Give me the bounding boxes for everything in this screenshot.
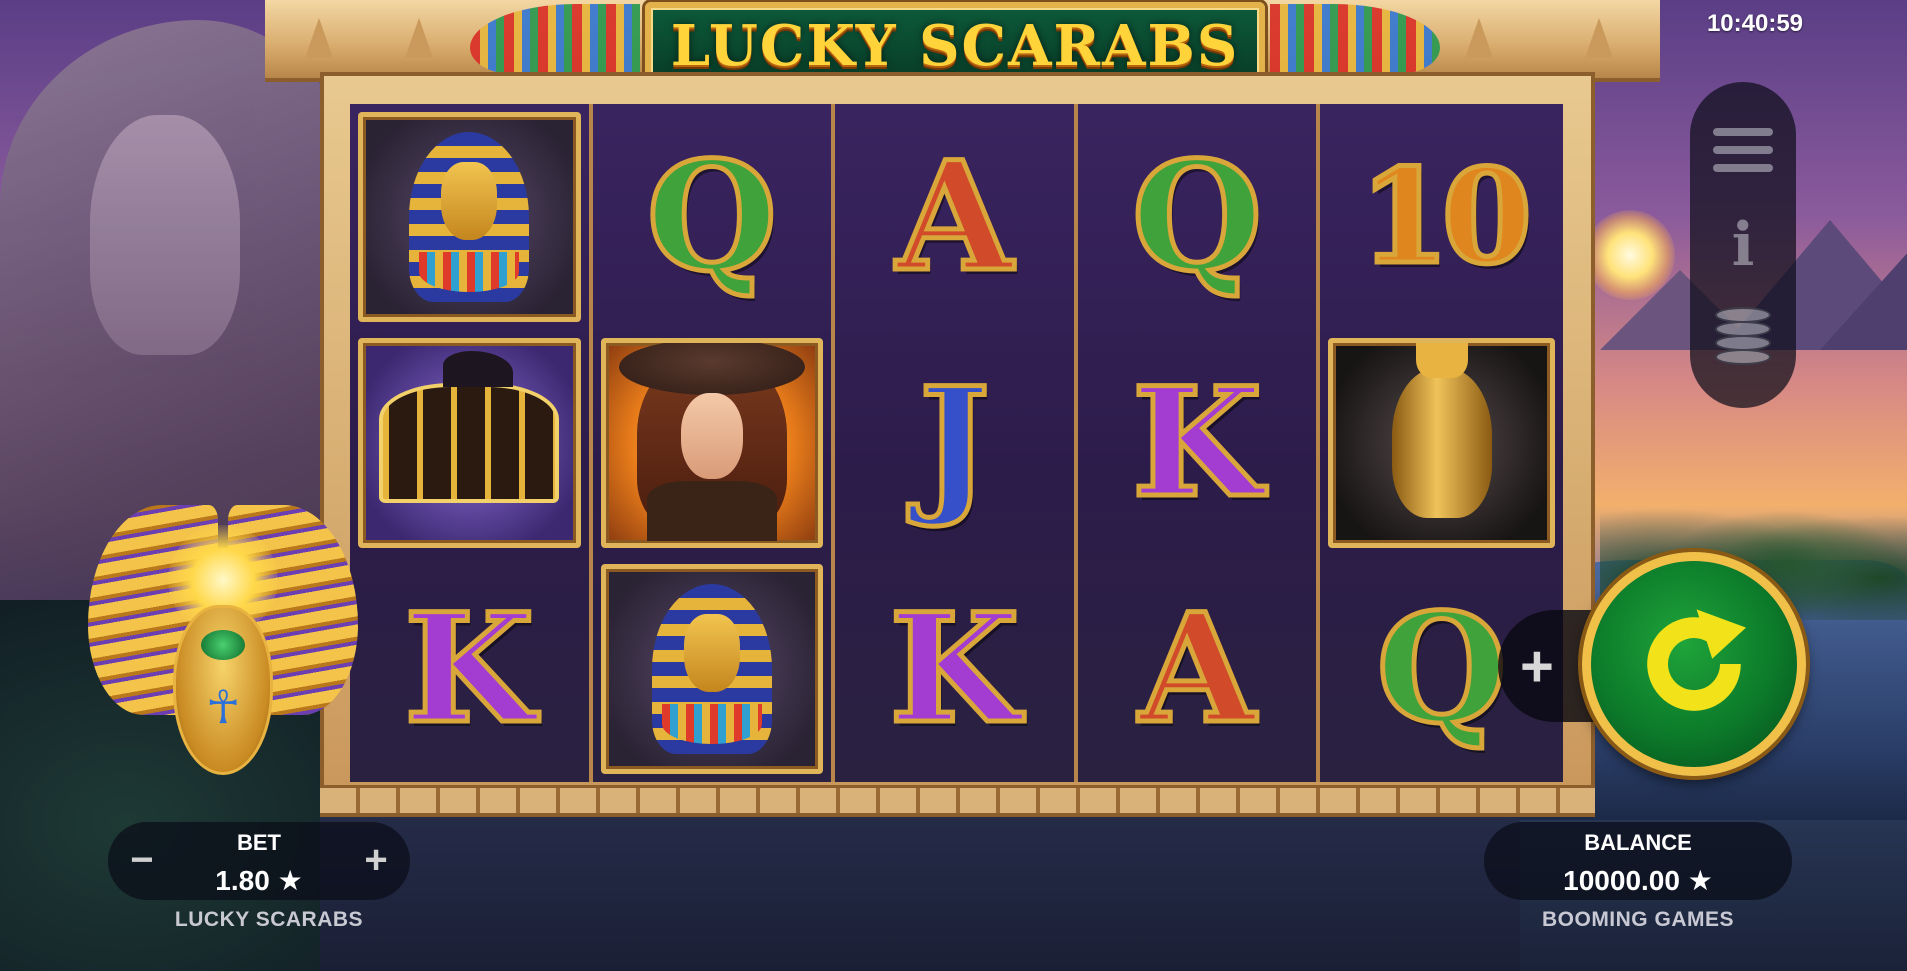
symbol-explorer <box>600 338 824 548</box>
explorer-icon <box>618 343 805 541</box>
menu-button[interactable] <box>1708 115 1778 185</box>
temple-ornament <box>1585 18 1613 58</box>
balance-label: BALANCE <box>1584 830 1692 855</box>
symbol-q: Q <box>1129 129 1265 305</box>
reel-cell: K <box>350 556 589 782</box>
symbol-pharaoh <box>358 112 581 322</box>
scarab-gem <box>201 630 245 660</box>
bet-panel: − BET 1.80 ★ + <box>108 822 410 900</box>
temple-ornament <box>1465 18 1493 58</box>
symbol-j: J <box>917 355 993 531</box>
pharaoh-mask-icon <box>409 132 530 302</box>
temple-ornament <box>305 18 333 58</box>
reel-1: K <box>350 104 593 782</box>
reel-4: QKA <box>1078 104 1321 782</box>
symbol-treasure-chest <box>358 338 581 548</box>
pyramid <box>1820 250 1907 350</box>
symbol-q: Q <box>1374 581 1510 757</box>
symbol-k: K <box>402 581 537 757</box>
bet-settings-button[interactable] <box>1708 305 1778 375</box>
coins-icon <box>1713 307 1773 373</box>
reel-cell <box>1320 330 1563 556</box>
info-icon: i <box>1731 209 1755 280</box>
symbol-10: 10 <box>1357 140 1535 293</box>
reel-3: AJK <box>835 104 1078 782</box>
game-name: LUCKY SCARABS <box>174 908 364 931</box>
reel-cell: Q <box>1078 104 1317 330</box>
clock: 10:40:59 <box>1706 10 1804 37</box>
symbol-canopic-jar <box>1328 338 1555 548</box>
reel-cell: A <box>835 104 1074 330</box>
reel-cell: Q <box>593 104 832 330</box>
symbol-k: K <box>887 581 1022 757</box>
reel-cell: K <box>835 556 1074 782</box>
plus-icon: + <box>1520 633 1554 699</box>
info-button[interactable]: i <box>1708 210 1778 280</box>
reel-frame-base <box>320 785 1595 817</box>
game-title: LUCKY SCARABS <box>670 13 1240 79</box>
reel-cell: 10 <box>1320 104 1563 330</box>
golden-scarab-emblem: ☥ <box>88 505 358 815</box>
ground <box>320 800 1520 971</box>
increase-bet-button[interactable]: + <box>352 836 400 884</box>
spin-arrow-icon <box>1647 609 1746 711</box>
sphinx-face <box>90 115 240 355</box>
symbol-a: A <box>1136 581 1257 757</box>
symbol-pharaoh <box>600 564 824 774</box>
symbol-k: K <box>1129 355 1264 531</box>
symbol-q: Q <box>644 129 780 305</box>
reel-cell: J <box>835 330 1074 556</box>
provider-logo: BOOMING GAMES <box>1541 908 1734 931</box>
ankh-icon: ☥ <box>206 681 241 733</box>
balance-value: 10000.00 ★ <box>1563 865 1713 896</box>
temple-ornament <box>405 18 433 58</box>
reel-grid: K Q A J K Q K A 10 Q <box>350 104 1563 782</box>
symbol-a: A <box>894 129 1015 305</box>
side-menu: i <box>1690 82 1796 408</box>
spin-button[interactable] <box>1582 552 1806 776</box>
treasure-chest-icon <box>379 351 560 503</box>
reel-cell <box>593 556 832 782</box>
pharaoh-mask-icon <box>651 584 772 754</box>
canopic-jar-icon <box>1391 343 1492 518</box>
reel-2: Q <box>593 104 836 782</box>
reel-cell: K <box>1078 330 1317 556</box>
balance-panel: BALANCE 10000.00 ★ <box>1484 822 1792 900</box>
reel-cell <box>593 330 832 556</box>
reel-cell <box>350 330 589 556</box>
reel-cell: A <box>1078 556 1317 782</box>
menu-icon <box>1713 127 1773 172</box>
reel-cell <box>350 104 589 330</box>
